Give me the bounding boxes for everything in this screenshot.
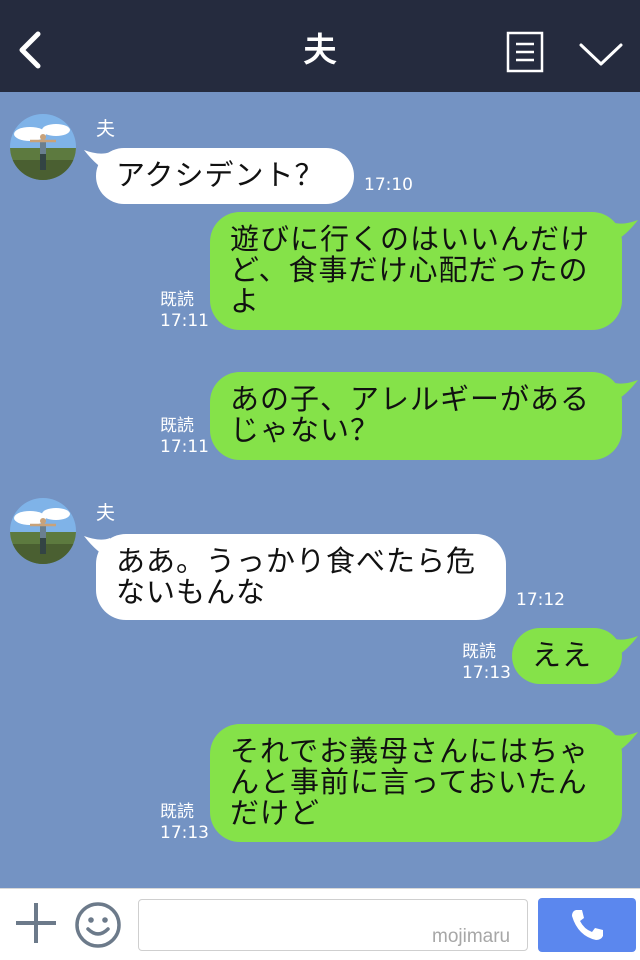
chevron-down-icon[interactable] <box>578 40 624 68</box>
call-button[interactable] <box>538 898 636 952</box>
message-time: 17:11 <box>160 311 209 331</box>
message-text-line: じゃない？ <box>230 413 381 447</box>
message-text-line: ど、食事だけ心配だったの <box>230 253 589 287</box>
smiley-icon[interactable] <box>74 901 122 949</box>
avatar-photo <box>10 498 76 564</box>
avatar[interactable] <box>10 498 76 564</box>
list-icon[interactable] <box>506 31 544 73</box>
message-bubble-outgoing[interactable]: ええ <box>512 628 622 684</box>
message-time: 17:12 <box>516 590 565 610</box>
chat-title: 夫 <box>303 30 337 69</box>
message-text-line: 遊びに行くのはいいんだけ <box>230 222 591 256</box>
sender-name: 夫 <box>96 118 116 140</box>
read-receipt: 既読 <box>160 290 194 310</box>
message-time: 17:13 <box>462 663 511 683</box>
message-bubble-outgoing[interactable]: それでお義母さんにはちゃ んと事前に言っておいたん だけど <box>210 724 622 842</box>
message-bubble-outgoing[interactable]: あの子、アレルギーがある じゃない？ <box>210 372 622 460</box>
chat-header: 夫 <box>0 0 640 92</box>
sender-name: 夫 <box>96 502 116 524</box>
read-receipt: 既読 <box>160 802 194 822</box>
message-text-line: それでお義母さんにはちゃ <box>230 734 590 768</box>
message-bubble-incoming[interactable]: アクシデント？ <box>96 148 354 204</box>
message-time: 17:10 <box>364 175 413 195</box>
watermark-text: mojimaru <box>432 926 511 947</box>
plus-icon[interactable] <box>14 901 58 945</box>
read-receipt: 既読 <box>462 642 496 662</box>
read-receipt: 既読 <box>160 416 194 436</box>
chat-area[interactable]: 夫 アクシデント？ 17:10 遊びに行くのはいいんだけ ど、食事だけ心配だった… <box>0 92 640 888</box>
message-text-line: ないもんな <box>116 575 267 609</box>
avatar-photo <box>10 114 76 180</box>
message-text-line: ええ <box>532 638 593 672</box>
phone-icon <box>572 910 603 940</box>
message-text-line: あの子、アレルギーがある <box>230 382 591 416</box>
message-time: 17:11 <box>160 437 209 457</box>
message-time: 17:13 <box>160 823 209 843</box>
message-text-line: アクシデント？ <box>116 158 325 192</box>
message-bubble-outgoing[interactable]: 遊びに行くのはいいんだけ ど、食事だけ心配だったの よ <box>210 212 622 330</box>
message-text-line: だけど <box>230 796 321 830</box>
message-text-line: ああ。うっかり食べたら危 <box>116 544 477 578</box>
message-text-line: んと事前に言っておいたん <box>230 765 588 799</box>
input-bar: mojimaru <box>0 888 640 960</box>
message-bubble-incoming[interactable]: ああ。うっかり食べたら危 ないもんな <box>96 534 506 620</box>
message-text-line: よ <box>230 284 261 318</box>
avatar[interactable] <box>10 114 76 180</box>
